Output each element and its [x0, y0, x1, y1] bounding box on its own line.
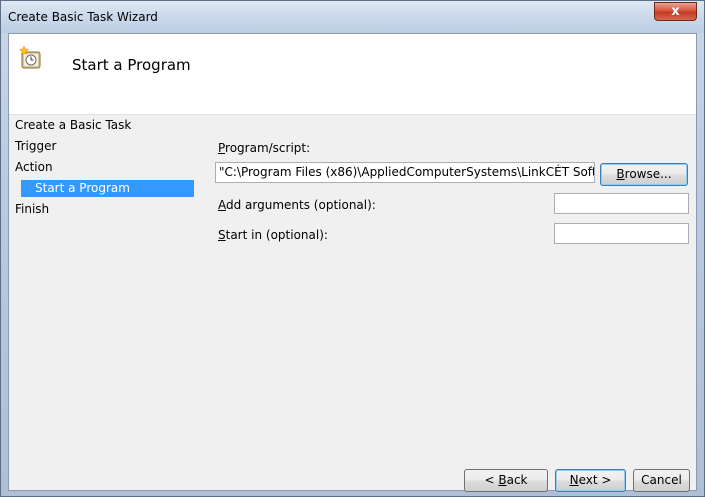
close-icon: x	[671, 4, 680, 19]
title-bar[interactable]: Create Basic Task Wizard x	[1, 1, 704, 33]
nav-step-create-basic-task[interactable]: Create a Basic Task	[15, 117, 191, 134]
add-arguments-label: Add arguments (optional):	[218, 198, 376, 212]
nav-step-start-a-program[interactable]: Start a Program	[21, 180, 194, 197]
wizard-header: Start a Program	[9, 34, 696, 115]
start-in-input[interactable]	[554, 223, 689, 244]
task-scheduler-clock-icon	[19, 46, 41, 69]
program-script-label: Program/script:	[218, 141, 311, 155]
start-in-label: Start in (optional):	[218, 228, 328, 242]
add-arguments-input[interactable]	[554, 193, 689, 214]
cancel-button[interactable]: Cancel	[633, 469, 690, 492]
next-button[interactable]: Next >	[555, 469, 626, 492]
nav-step-action[interactable]: Action	[15, 159, 191, 176]
nav-step-finish[interactable]: Finish	[15, 201, 191, 218]
program-script-input[interactable]: "C:\Program Files (x86)\AppliedComputerS…	[215, 162, 595, 183]
back-button[interactable]: < Back	[464, 469, 548, 492]
nav-step-trigger[interactable]: Trigger	[15, 138, 191, 155]
close-button[interactable]: x	[654, 2, 697, 21]
wizard-client-area: Start a Program Create a Basic Task Trig…	[8, 33, 697, 492]
wizard-window: Create Basic Task Wizard x Start a Progr…	[0, 0, 705, 497]
wizard-steps-nav: Create a Basic Task Trigger Action Start…	[9, 114, 199, 492]
browse-button[interactable]: Browse...	[600, 163, 688, 186]
window-title: Create Basic Task Wizard	[8, 10, 158, 24]
page-title: Start a Program	[72, 56, 191, 74]
